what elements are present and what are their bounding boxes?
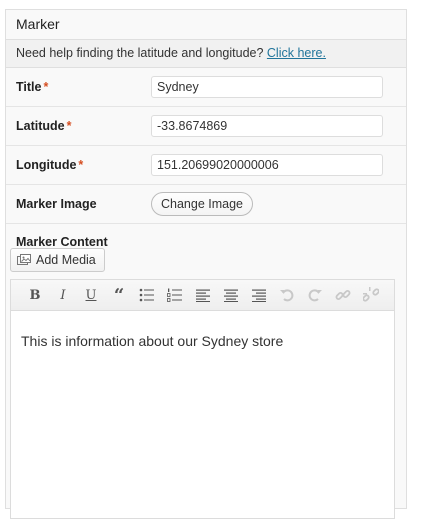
longitude-input[interactable]: 151.20699020000006 bbox=[151, 154, 383, 176]
italic-icon: I bbox=[60, 287, 66, 303]
bold-button[interactable]: B bbox=[21, 284, 49, 306]
title-label-text: Title bbox=[16, 80, 42, 94]
panel-title: Marker bbox=[6, 10, 406, 40]
title-label: Title * bbox=[16, 68, 48, 106]
align-center-button[interactable] bbox=[217, 284, 245, 306]
blockquote-button[interactable]: “ bbox=[105, 284, 133, 306]
help-link[interactable]: Click here. bbox=[267, 46, 326, 60]
longitude-row: Longitude * 151.20699020000006 bbox=[6, 146, 406, 185]
numbered-list-icon bbox=[167, 288, 182, 302]
undo-icon bbox=[280, 289, 294, 302]
underline-button[interactable]: U bbox=[77, 284, 105, 306]
title-row: Title * Sydney bbox=[6, 68, 406, 107]
underline-icon: U bbox=[85, 287, 97, 303]
numbered-list-button[interactable] bbox=[161, 284, 189, 306]
redo-icon bbox=[308, 289, 322, 302]
align-left-icon bbox=[195, 289, 210, 302]
add-media-label: Add Media bbox=[36, 253, 96, 267]
link-button[interactable] bbox=[329, 284, 357, 306]
longitude-label: Longitude * bbox=[16, 146, 83, 184]
blockquote-icon: “ bbox=[113, 284, 125, 306]
marker-image-label: Marker Image bbox=[16, 197, 97, 211]
editor-toolbar: B I U “ bbox=[11, 280, 394, 311]
align-right-icon bbox=[251, 289, 266, 302]
media-icon bbox=[17, 254, 31, 266]
undo-button[interactable] bbox=[273, 284, 301, 306]
link-icon bbox=[335, 290, 351, 300]
align-center-icon bbox=[223, 289, 238, 302]
help-text: Need help finding the latitude and longi… bbox=[16, 46, 264, 60]
bold-icon: B bbox=[29, 287, 41, 303]
rich-text-editor: B I U “ This is information about our Sy… bbox=[10, 279, 395, 519]
marker-image-row: Marker Image Change Image bbox=[6, 185, 406, 224]
bullet-list-icon bbox=[139, 288, 154, 302]
italic-button[interactable]: I bbox=[49, 284, 77, 306]
add-media-button[interactable]: Add Media bbox=[10, 248, 105, 272]
align-left-button[interactable] bbox=[189, 284, 217, 306]
help-row: Need help finding the latitude and longi… bbox=[6, 40, 406, 68]
required-marker: * bbox=[43, 80, 49, 94]
title-input[interactable]: Sydney bbox=[151, 76, 383, 98]
required-marker: * bbox=[78, 158, 84, 172]
required-marker: * bbox=[66, 119, 72, 133]
bullet-list-button[interactable] bbox=[133, 284, 161, 306]
redo-button[interactable] bbox=[301, 284, 329, 306]
longitude-label-text: Longitude bbox=[16, 158, 77, 172]
unlink-icon bbox=[363, 287, 379, 302]
change-image-button[interactable]: Change Image bbox=[151, 192, 254, 216]
latitude-input[interactable]: -33.8674869 bbox=[151, 115, 383, 137]
align-right-button[interactable] bbox=[245, 284, 273, 306]
latitude-label-text: Latitude bbox=[16, 119, 65, 133]
editor-content[interactable]: This is information about our Sydney sto… bbox=[11, 311, 394, 349]
latitude-label: Latitude * bbox=[16, 107, 71, 145]
latitude-row: Latitude * -33.8674869 bbox=[6, 107, 406, 146]
unlink-button[interactable] bbox=[357, 284, 385, 306]
